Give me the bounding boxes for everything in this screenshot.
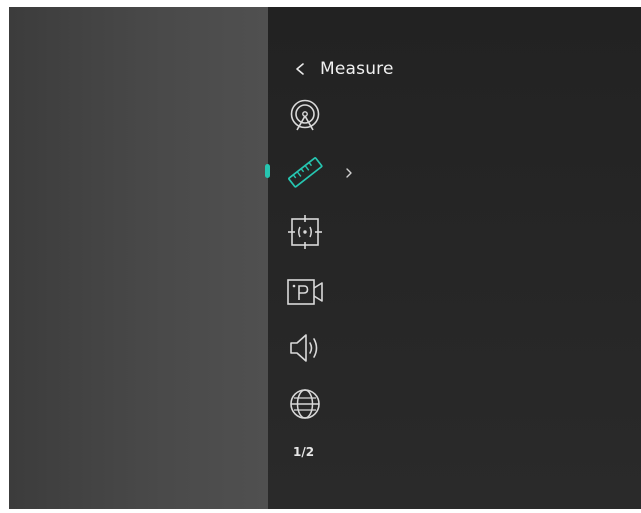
menu-panel: Measure 1/2 (265, 7, 641, 509)
menu-item-ruler[interactable] (284, 151, 326, 193)
menu-item-focus-frame[interactable] (284, 211, 326, 253)
menu-title: Measure (320, 59, 394, 79)
menu-item-tripod-target[interactable] (284, 95, 326, 137)
page-indicator: 1/2 (293, 445, 315, 459)
picture-in-picture-record-icon (287, 279, 323, 305)
globe-language-icon (290, 389, 320, 419)
back-button[interactable]: Measure (292, 55, 394, 83)
menu-item-volume[interactable] (284, 327, 326, 369)
auto-focus-frame-icon (288, 215, 322, 249)
tripod-target-icon (290, 99, 320, 131)
thermal-view (9, 7, 268, 509)
device-screen: Measure 1/2 (9, 7, 641, 509)
speaker-volume-icon (290, 334, 318, 362)
ruler-icon (288, 157, 323, 188)
selection-marker (265, 164, 270, 178)
chevron-left-icon (296, 63, 304, 75)
chevron-right-icon[interactable] (344, 165, 354, 181)
menu-item-pip-record[interactable] (284, 271, 326, 313)
menu-item-language[interactable] (284, 383, 326, 425)
